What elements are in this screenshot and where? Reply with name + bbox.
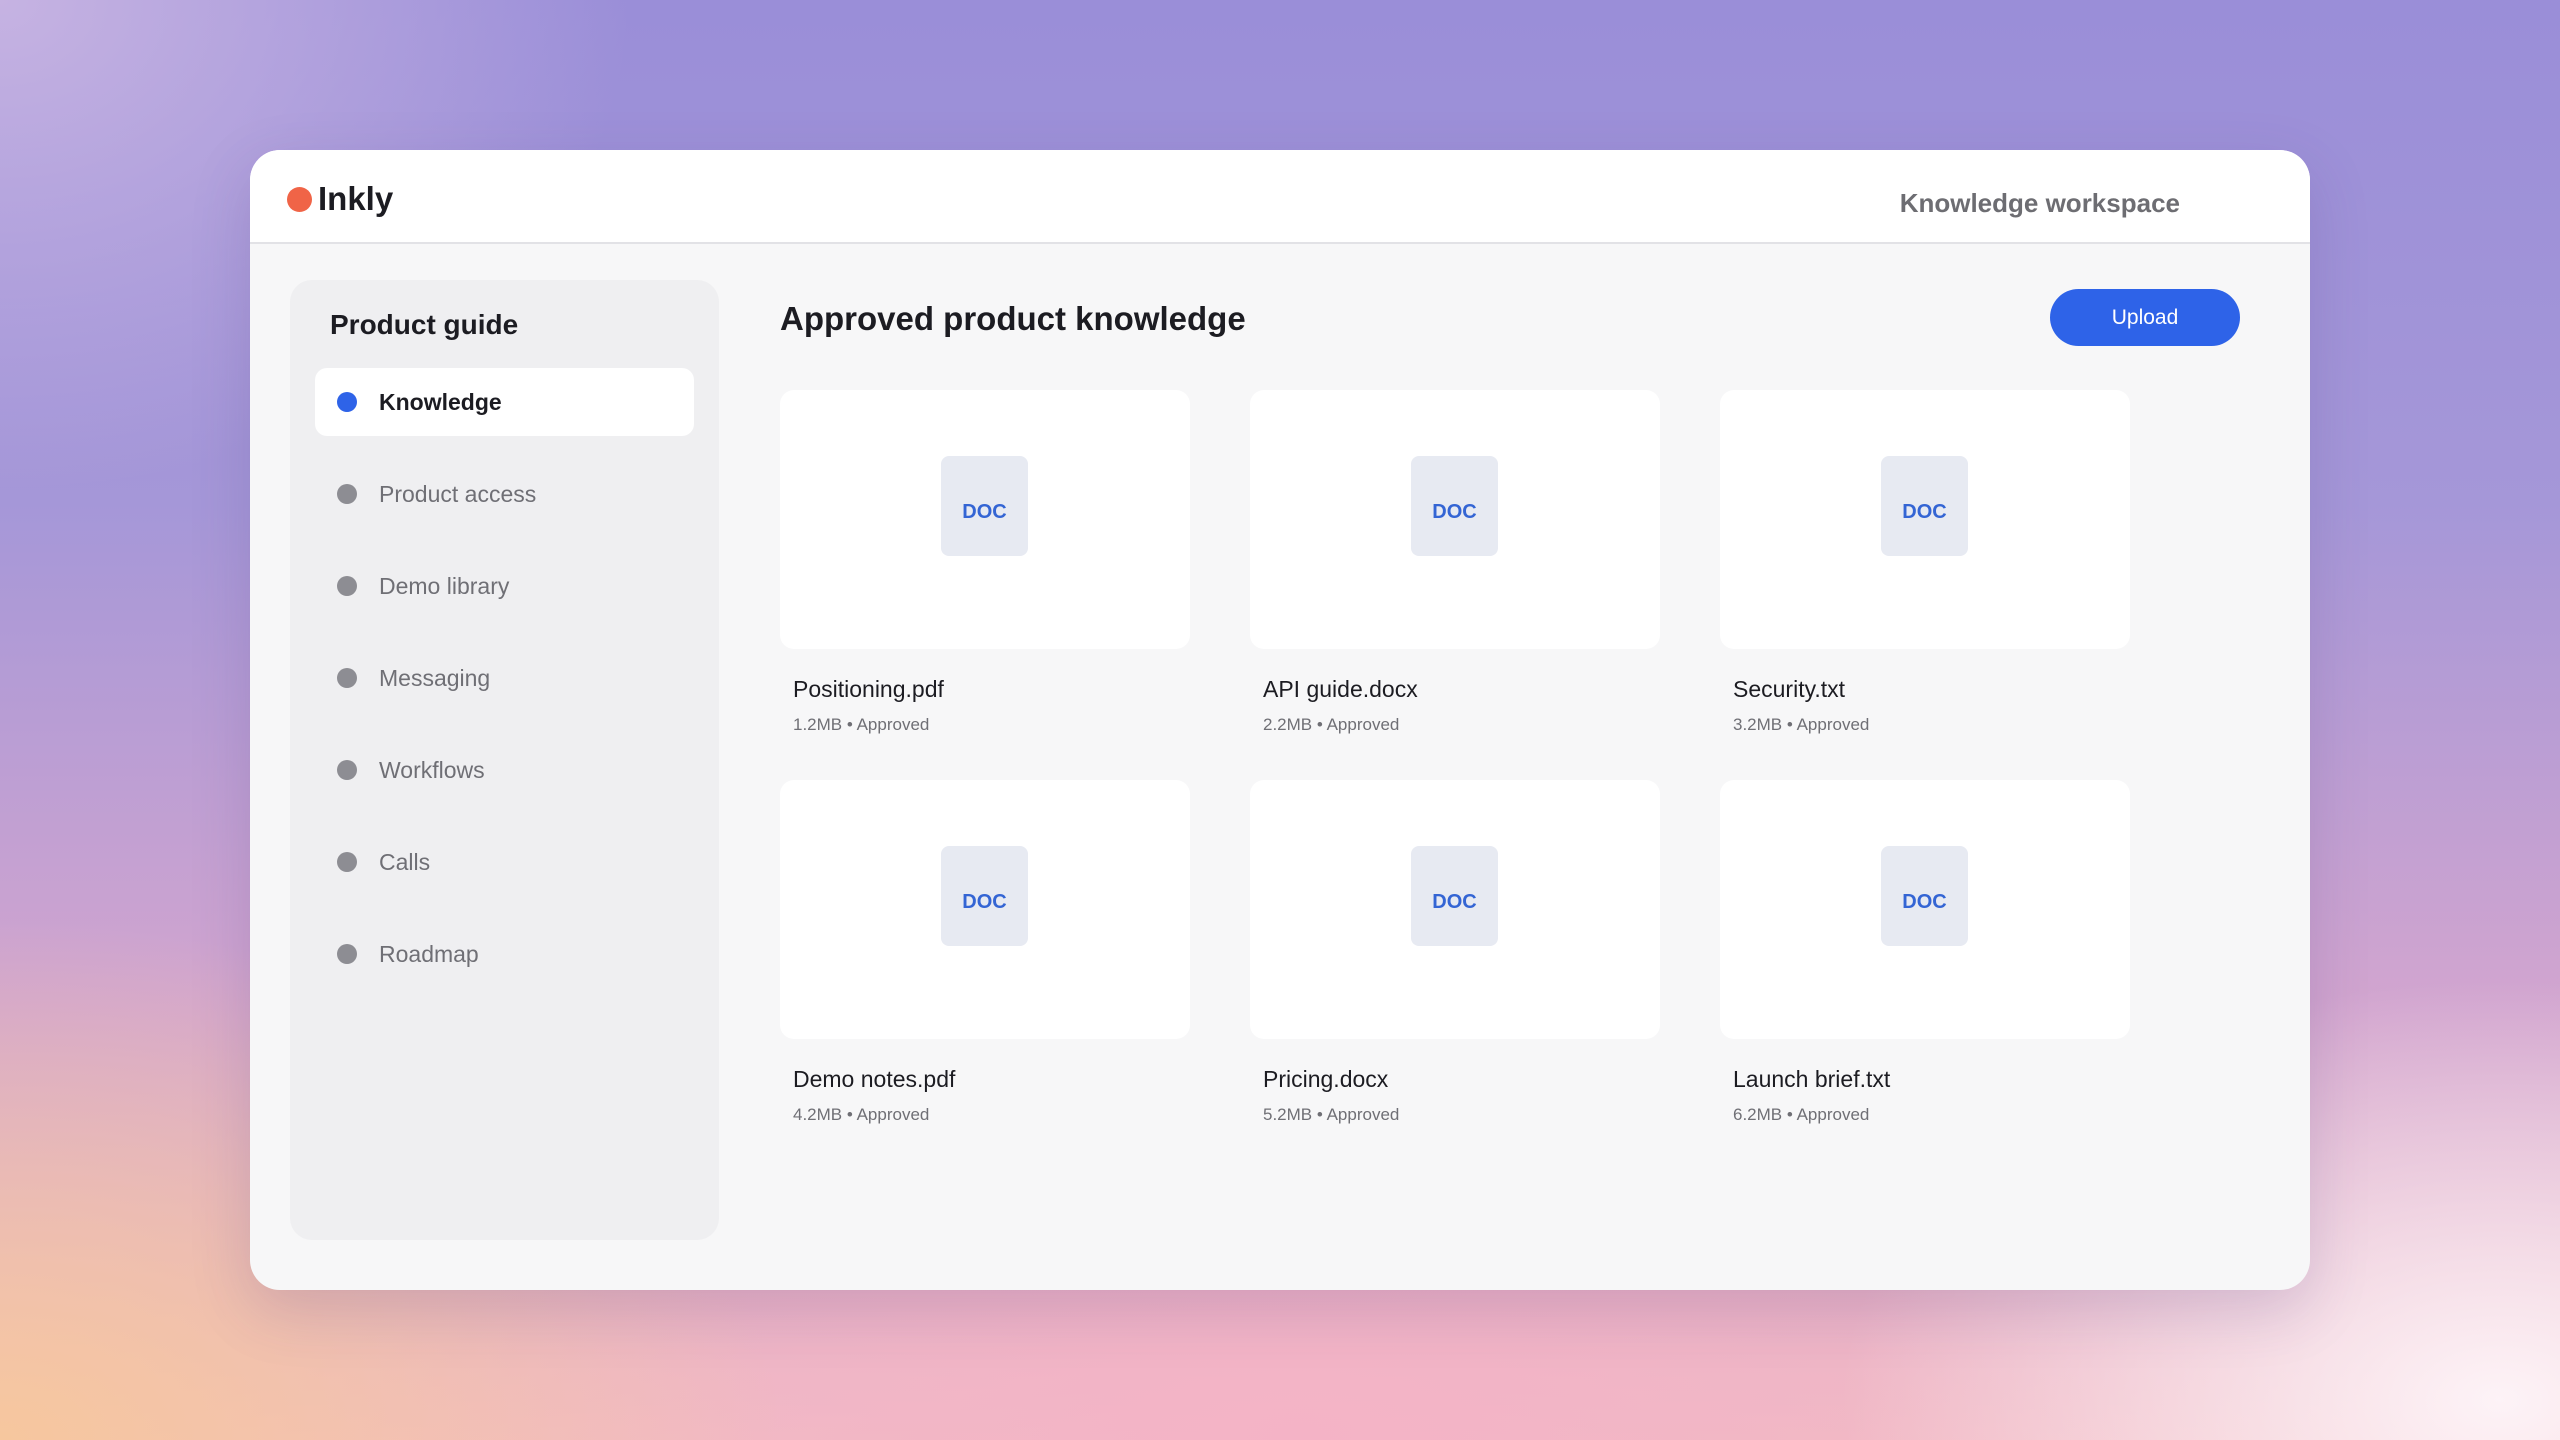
brand-logo-icon — [287, 186, 312, 212]
file-meta: 5.2MB • Approved — [1263, 1105, 1400, 1124]
file-name: Demo notes.pdf — [793, 1066, 956, 1092]
sidebar-item-product-access[interactable]: Product access — [315, 460, 694, 528]
sidebar-item-label: Calls — [379, 848, 431, 875]
file-thumbnail[interactable]: DOC — [780, 390, 1190, 649]
doc-icon-label: DOC — [1902, 500, 1947, 523]
file-thumbnail[interactable]: DOC — [1720, 390, 2130, 649]
doc-file-icon: DOC — [941, 456, 1028, 556]
app-window: Inkly Knowledge workspace Product guide … — [250, 150, 2310, 1290]
sidebar-item-label: Demo library — [379, 572, 510, 599]
workspace-name: Knowledge workspace — [1899, 188, 2180, 218]
sidebar-item-label: Messaging — [379, 664, 491, 691]
file-thumbnail[interactable]: DOC — [780, 780, 1190, 1039]
upload-button[interactable]: Upload — [2050, 289, 2240, 346]
sidebar: Product guide Knowledge Product access D… — [290, 280, 719, 1240]
dot-icon — [337, 576, 357, 596]
doc-icon-label: DOC — [1432, 890, 1477, 913]
page-title: Approved product knowledge — [780, 300, 1246, 337]
sidebar-item-knowledge[interactable]: Knowledge — [315, 368, 694, 436]
doc-file-icon: DOC — [1881, 456, 1968, 556]
doc-icon-label: DOC — [1902, 890, 1947, 913]
dot-icon — [337, 944, 357, 964]
file-thumbnail[interactable]: DOC — [1250, 390, 1660, 649]
doc-icon-label: DOC — [1432, 500, 1477, 523]
sidebar-item-label: Knowledge — [379, 388, 502, 415]
file-thumbnail[interactable]: DOC — [1720, 780, 2130, 1039]
sidebar-item-label: Workflows — [379, 756, 485, 783]
file-meta: 4.2MB • Approved — [793, 1105, 930, 1124]
doc-icon-label: DOC — [962, 500, 1007, 523]
file-thumbnail[interactable]: DOC — [1250, 780, 1660, 1039]
sidebar-item-demo-library[interactable]: Demo library — [315, 552, 694, 620]
file-name: Positioning.pdf — [793, 676, 944, 702]
file-name: API guide.docx — [1263, 676, 1418, 702]
top-bar: Inkly Knowledge workspace — [250, 150, 2310, 244]
sidebar-item-messaging[interactable]: Messaging — [315, 644, 694, 712]
sidebar-item-label: Product access — [379, 480, 537, 507]
sidebar-item-calls[interactable]: Calls — [315, 828, 694, 896]
doc-icon-label: DOC — [962, 890, 1007, 913]
file-meta: 1.2MB • Approved — [793, 715, 930, 734]
file-meta: 6.2MB • Approved — [1733, 1105, 1870, 1124]
file-name: Launch brief.txt — [1733, 1066, 1891, 1092]
doc-file-icon: DOC — [941, 846, 1028, 946]
sidebar-item-label: Roadmap — [379, 940, 479, 967]
active-dot-icon — [337, 392, 357, 412]
sidebar-title: Product guide — [330, 309, 519, 340]
dot-icon — [337, 760, 357, 780]
doc-file-icon: DOC — [1881, 846, 1968, 946]
doc-file-icon: DOC — [1411, 846, 1498, 946]
file-meta: 3.2MB • Approved — [1733, 715, 1870, 734]
file-meta: 2.2MB • Approved — [1263, 715, 1400, 734]
sidebar-item-roadmap[interactable]: Roadmap — [315, 920, 694, 988]
sidebar-item-workflows[interactable]: Workflows — [315, 736, 694, 804]
file-name: Pricing.docx — [1263, 1066, 1389, 1092]
doc-file-icon: DOC — [1411, 456, 1498, 556]
brand[interactable]: Inkly — [287, 180, 393, 218]
file-name: Security.txt — [1733, 676, 1846, 702]
dot-icon — [337, 668, 357, 688]
dot-icon — [337, 852, 357, 872]
dot-icon — [337, 484, 357, 504]
app-name: Inkly — [318, 180, 394, 217]
